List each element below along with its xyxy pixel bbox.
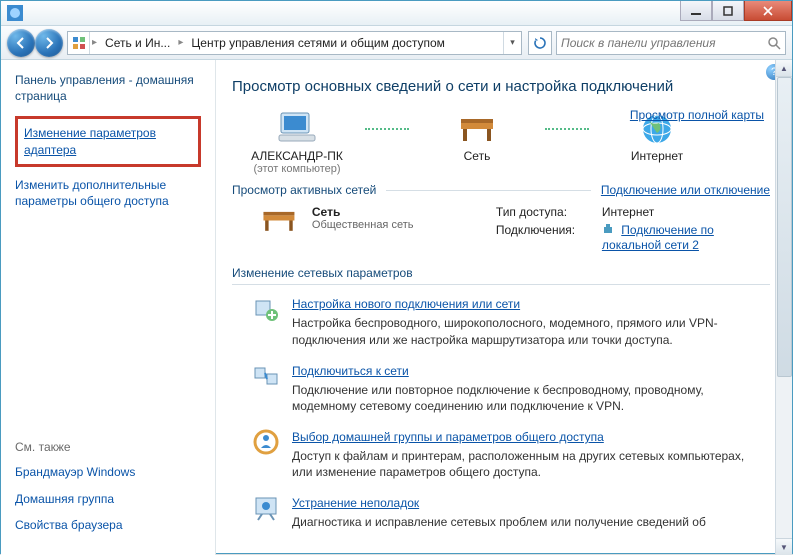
task-link[interactable]: Устранение неполадок bbox=[292, 496, 419, 510]
highlighted-box: Изменение параметров адаптера bbox=[15, 116, 201, 166]
forward-button[interactable] bbox=[35, 29, 63, 57]
maximize-button[interactable] bbox=[712, 1, 744, 21]
task-item: Устранение неполадок Диагностика и испра… bbox=[252, 494, 770, 530]
new-connection-icon bbox=[252, 295, 280, 323]
this-computer-node[interactable]: АЛЕКСАНДР-ПК (этот компьютер) bbox=[232, 109, 362, 175]
connections-label: Подключения: bbox=[496, 223, 596, 252]
connect-network-icon bbox=[252, 362, 280, 390]
scroll-thumb[interactable] bbox=[777, 77, 792, 377]
search-box[interactable] bbox=[556, 31, 786, 55]
advanced-sharing-link[interactable]: Изменить дополнительные параметры общего… bbox=[15, 177, 201, 209]
lan-icon bbox=[602, 223, 614, 238]
control-panel-home-link[interactable]: Панель управления - домашняя страница bbox=[15, 72, 201, 104]
firewall-link[interactable]: Брандмауэр Windows bbox=[15, 464, 201, 480]
search-input[interactable] bbox=[561, 36, 763, 50]
nav-bar: ▸ Сеть и Ин... ▸ Центр управления сетями… bbox=[1, 26, 792, 60]
minimize-button[interactable] bbox=[680, 1, 712, 21]
task-item: Выбор домашней группы и параметров общег… bbox=[252, 428, 770, 480]
view-full-map-link[interactable]: Просмотр полной карты bbox=[630, 108, 764, 122]
bench-icon bbox=[455, 109, 499, 149]
network-label: Сеть bbox=[464, 149, 491, 163]
titlebar bbox=[1, 1, 792, 26]
breadcrumb-item[interactable]: Сеть и Ин... bbox=[99, 32, 176, 54]
task-item: Подключиться к сети Подключение или повт… bbox=[252, 362, 770, 414]
connect-disconnect-link[interactable]: Подключение или отключение bbox=[601, 183, 770, 197]
homegroup-icon bbox=[252, 428, 280, 456]
network-name: Сеть bbox=[312, 205, 482, 219]
task-desc: Доступ к файлам и принтерам, расположенн… bbox=[292, 448, 762, 480]
app-icon bbox=[7, 5, 23, 21]
scroll-down-button[interactable]: ▼ bbox=[776, 538, 792, 555]
scroll-up-button[interactable]: ▲ bbox=[776, 60, 792, 77]
change-adapter-settings-link[interactable]: Изменение параметров адаптера bbox=[24, 126, 156, 156]
access-type-label: Тип доступа: bbox=[496, 205, 596, 219]
task-link[interactable]: Настройка нового подключения или сети bbox=[292, 297, 520, 311]
close-button[interactable] bbox=[744, 1, 792, 21]
network-panel-icon bbox=[68, 32, 90, 54]
this-computer-label: (этот компьютер) bbox=[253, 163, 340, 175]
task-link[interactable]: Выбор домашней группы и параметров общег… bbox=[292, 430, 604, 444]
breadcrumb-item[interactable]: Центр управления сетями и общим доступом bbox=[185, 32, 451, 54]
chevron-right-icon[interactable]: ▸ bbox=[90, 37, 99, 48]
computer-name: АЛЕКСАНДР-ПК bbox=[251, 149, 343, 163]
task-link[interactable]: Подключиться к сети bbox=[292, 364, 409, 378]
refresh-button[interactable] bbox=[528, 31, 552, 55]
active-network-item: Сеть Общественная сеть Тип доступа: Инте… bbox=[260, 205, 770, 252]
computer-icon bbox=[275, 109, 319, 149]
homegroup-link[interactable]: Домашняя группа bbox=[15, 491, 201, 507]
access-type-value: Интернет bbox=[602, 205, 770, 219]
connection-line-icon bbox=[362, 109, 412, 149]
task-item: Настройка нового подключения или сети На… bbox=[252, 295, 770, 347]
search-icon bbox=[767, 36, 781, 50]
chevron-right-icon[interactable]: ▸ bbox=[176, 37, 185, 48]
network-type: Общественная сеть bbox=[312, 219, 482, 231]
troubleshoot-icon bbox=[252, 494, 280, 522]
connection-link[interactable]: Подключение по локальной сети 2 bbox=[602, 223, 714, 252]
network-node[interactable]: Сеть bbox=[412, 109, 542, 163]
main-panel: ? Просмотр основных сведений о сети и на… bbox=[216, 60, 792, 555]
task-desc: Подключение или повторное подключение к … bbox=[292, 382, 762, 414]
back-button[interactable] bbox=[7, 29, 35, 57]
task-desc: Настройка беспроводного, широкополосного… bbox=[292, 315, 762, 347]
page-title: Просмотр основных сведений о сети и наст… bbox=[232, 78, 770, 95]
sidebar: Панель управления - домашняя страница Из… bbox=[1, 60, 216, 555]
internet-label: Интернет bbox=[631, 149, 683, 163]
connection-line-icon bbox=[542, 109, 592, 149]
bench-icon bbox=[260, 205, 298, 241]
task-desc: Диагностика и исправление сетевых пробле… bbox=[292, 514, 706, 530]
address-dropdown[interactable]: ▾ bbox=[503, 32, 521, 54]
browser-properties-link[interactable]: Свойства браузера bbox=[15, 517, 201, 533]
scrollbar[interactable]: ▲ ▼ bbox=[775, 60, 792, 555]
change-settings-header: Изменение сетевых параметров bbox=[232, 266, 770, 285]
address-bar[interactable]: ▸ Сеть и Ин... ▸ Центр управления сетями… bbox=[67, 31, 522, 55]
active-networks-header: Просмотр активных сетей bbox=[232, 183, 376, 197]
see-also-label: См. также bbox=[15, 440, 201, 454]
